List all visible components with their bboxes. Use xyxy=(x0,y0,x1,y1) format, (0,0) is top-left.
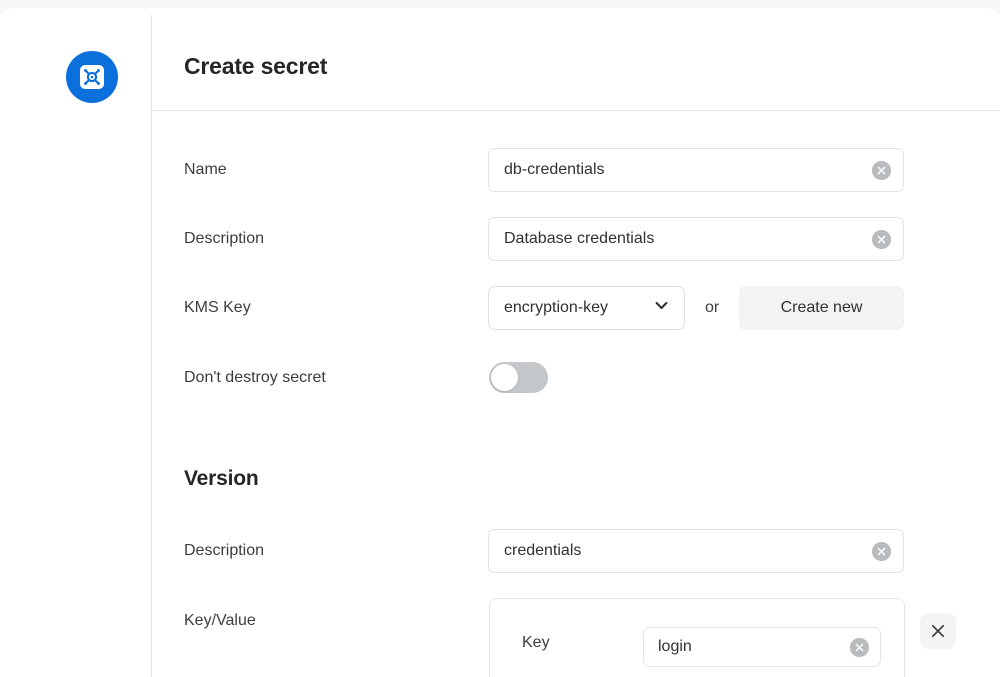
kms-key-select-value: encryption-key xyxy=(504,299,609,316)
clear-circle-icon[interactable] xyxy=(872,160,891,180)
panel-header: Create secret xyxy=(152,15,1000,110)
dont-destroy-secret-toggle[interactable] xyxy=(489,362,548,393)
left-rail xyxy=(0,15,151,677)
dont-destroy-secret-label: Don't destroy secret xyxy=(184,369,326,386)
clear-circle-icon[interactable] xyxy=(872,541,891,561)
key-input[interactable]: login xyxy=(643,627,881,667)
or-label: or xyxy=(705,299,720,316)
remove-key-value-button[interactable] xyxy=(920,613,956,649)
key-input-value: login xyxy=(658,638,692,655)
clear-circle-icon[interactable] xyxy=(850,637,869,657)
version-section-title: Version xyxy=(184,467,259,490)
version-description-input[interactable]: credentials xyxy=(488,529,904,573)
key-value-label: Key/Value xyxy=(184,612,256,629)
create-new-kms-key-button[interactable]: Create new xyxy=(739,286,904,330)
name-input[interactable]: db-credentials xyxy=(488,148,904,192)
create-secret-panel: Create secret Name db-credentials Descri… xyxy=(152,15,1000,677)
description-input[interactable]: Database credentials xyxy=(488,217,904,261)
version-description-input-value: credentials xyxy=(504,542,582,559)
app-badge xyxy=(66,51,118,103)
toggle-knob xyxy=(491,364,518,391)
name-label: Name xyxy=(184,161,227,178)
description-input-value: Database credentials xyxy=(504,230,655,247)
close-x-icon xyxy=(928,621,948,641)
page-title: Create secret xyxy=(184,53,328,79)
create-secret-screen: Create secret Name db-credentials Descri… xyxy=(0,0,1000,677)
kms-key-select[interactable]: encryption-key xyxy=(488,286,685,330)
safe-vault-icon xyxy=(77,62,107,92)
name-input-value: db-credentials xyxy=(504,161,605,178)
key-label: Key xyxy=(522,634,550,651)
description-label: Description xyxy=(184,230,265,247)
header-divider xyxy=(152,110,1000,111)
clear-circle-icon[interactable] xyxy=(872,229,891,249)
kms-key-label: KMS Key xyxy=(184,299,251,316)
key-value-card: Key login xyxy=(489,598,905,677)
version-description-label: Description xyxy=(184,542,265,559)
chevron-down-icon xyxy=(653,297,670,319)
